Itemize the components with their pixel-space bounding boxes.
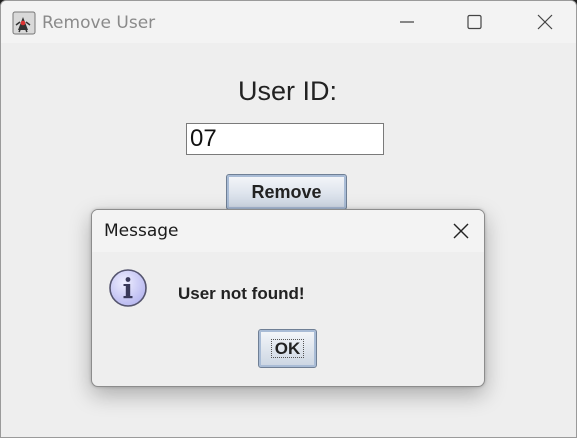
minimize-icon [400,21,414,23]
user-id-input[interactable] [186,123,384,155]
ok-button[interactable]: OK [258,329,317,368]
window-titlebar[interactable]: Remove User [1,1,576,43]
information-icon [107,267,149,309]
minimize-button[interactable] [383,1,429,43]
dialog-message: User not found! [178,284,305,303]
dialog-close-button[interactable] [438,210,484,252]
maximize-button[interactable] [451,1,497,43]
maximize-icon [467,14,482,30]
user-id-label: User ID: [237,76,337,106]
java-duke-icon [12,11,36,35]
ok-button-label: OK [274,339,301,358]
close-icon [453,223,469,239]
dialog-title: Message [104,221,179,241]
message-dialog: Message User not found! OK [91,209,485,387]
remove-button[interactable]: Remove [226,174,347,210]
dialog-titlebar[interactable]: Message [92,210,484,252]
close-button[interactable] [521,1,567,43]
close-icon [537,14,553,30]
window-title: Remove User [42,13,156,33]
